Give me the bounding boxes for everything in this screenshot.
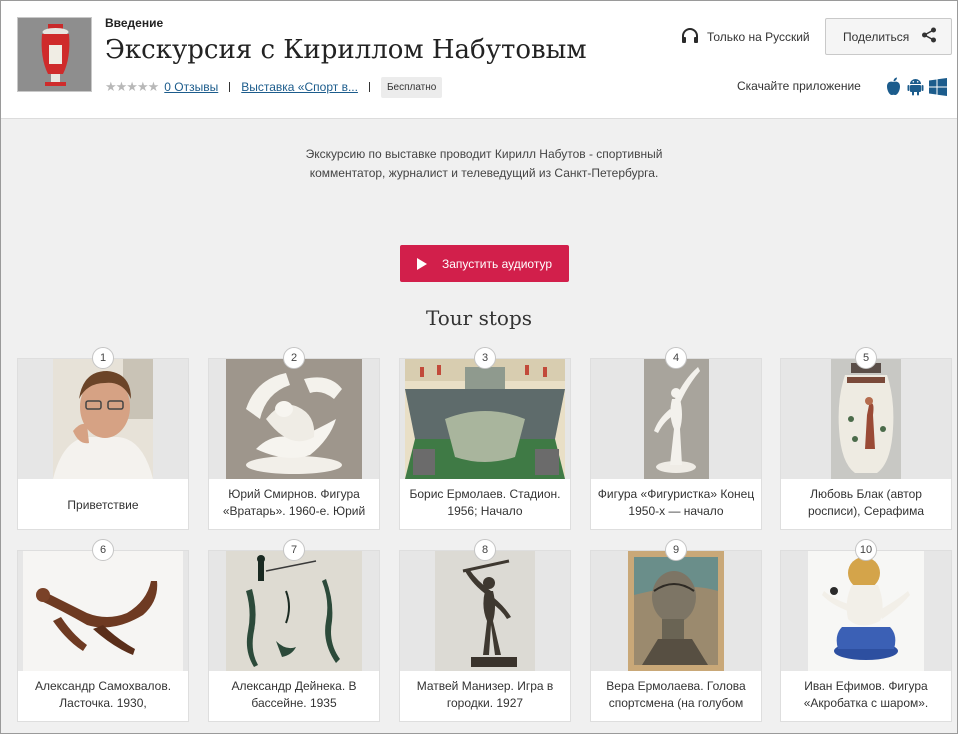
tour-stop-card[interactable]: 3 Борис Ермолаев. Стадион. 1956; Начало [399,347,571,530]
language-label: Только на Русский [707,30,810,44]
tour-stop-card[interactable]: 1 Приветствие [17,347,189,530]
stop-image [591,359,761,479]
tour-thumbnail [17,17,92,92]
reviews-link[interactable]: 0 Отзывы [164,80,218,94]
tour-stop-card[interactable]: 5 Любовь Блак (автор росписи), Серафима [780,347,952,530]
tour-title: Экскурсия с Кириллом Набутовым [105,35,587,65]
stop-title: Вера Ермолаева. Голова спортсмена (на го… [606,679,746,710]
play-icon [417,257,427,270]
page-header: Введение Экскурсия с Кириллом Набутовым … [1,1,957,119]
price-badge: Бесплатно [380,76,443,98]
stop-title: Иван Ефимов. Фигура «Акробатка с шаром». [803,679,929,710]
tour-stop-card[interactable]: 9 Вера Ермолаева. Голова спортсмена (на … [590,539,762,722]
section-label: Введение [105,16,164,30]
exhibition-link[interactable]: Выставка «Спорт в... [241,80,358,94]
divider [368,82,370,92]
stop-image [209,551,379,671]
stop-number: 3 [474,347,496,369]
app-download-label: Скачайте приложение [737,79,861,93]
tour-meta: ★★★★★ 0 Отзывы Выставка «Спорт в... Бесп… [105,75,443,99]
stop-title: Приветствие [67,498,139,512]
stop-title: Александр Дейнека. В бассейне. 1935 [231,679,357,710]
stop-image [400,359,570,479]
stop-title: Любовь Блак (автор росписи), Серафима [807,487,925,518]
stop-image [18,359,188,479]
stop-image [781,551,951,671]
stop-number: 7 [283,539,305,561]
share-button[interactable]: Поделиться [825,18,952,55]
stop-number: 6 [92,539,114,561]
stop-title: Александр Самохвалов. Ласточка. 1930, [34,679,172,710]
tour-stop-card[interactable]: 6 Александр Самохвалов. Ласточка. 1930, [17,539,189,722]
stop-number: 8 [474,539,496,561]
stop-number: 4 [665,347,687,369]
share-label: Поделиться [843,29,910,44]
stop-number: 9 [665,539,687,561]
stop-image [781,359,951,479]
stop-image [591,551,761,671]
stop-number: 5 [855,347,877,369]
tour-description: Экскурсию по выставке проводит Кирилл На… [305,147,663,180]
rating-stars[interactable]: ★★★★★ [105,79,159,95]
tour-stop-card[interactable]: 2 Юрий Смирнов. Фигура «Вратарь». 1960-е… [208,347,380,530]
stop-image [18,551,188,671]
stop-title: Матвей Манизер. Игра в городки. 1927 [416,679,554,710]
stop-number: 10 [855,539,877,561]
app-store-links [885,77,947,101]
stop-title: Борис Ермолаев. Стадион. 1956; Начало [409,487,561,518]
start-audio-tour-label: Запустить аудиотур [442,256,552,271]
divider [229,82,231,92]
tour-stop-card[interactable]: 8 Матвей Манизер. Игра в городки. 1927 [399,539,571,722]
headphones-icon [681,27,699,47]
start-audio-tour-button[interactable]: Запустить аудиотур [400,245,569,282]
tour-stops-heading: Tour stops [425,306,533,330]
apple-icon[interactable] [885,77,902,101]
tour-stop-card[interactable]: 10 Иван Ефимов. Фигура «Акробатка с шаро… [780,539,952,722]
stop-image [209,359,379,479]
stop-title: Юрий Смирнов. Фигура «Вратарь». 1960-е. … [222,487,366,518]
tour-stop-card[interactable]: 4 Фигура «Фигуристка» Конец 1950-х — нач… [590,347,762,530]
share-icon [921,27,937,46]
android-icon[interactable] [907,77,924,101]
stop-number: 2 [283,347,305,369]
stop-image [400,551,570,671]
stop-title: Фигура «Фигуристка» Конец 1950-х — начал… [597,487,755,518]
tour-stop-card[interactable]: 7 Александр Дейнека. В бассейне. 1935 [208,539,380,722]
windows-icon[interactable] [929,77,947,101]
stop-number: 1 [92,347,114,369]
language-indicator: Только на Русский [681,27,810,47]
